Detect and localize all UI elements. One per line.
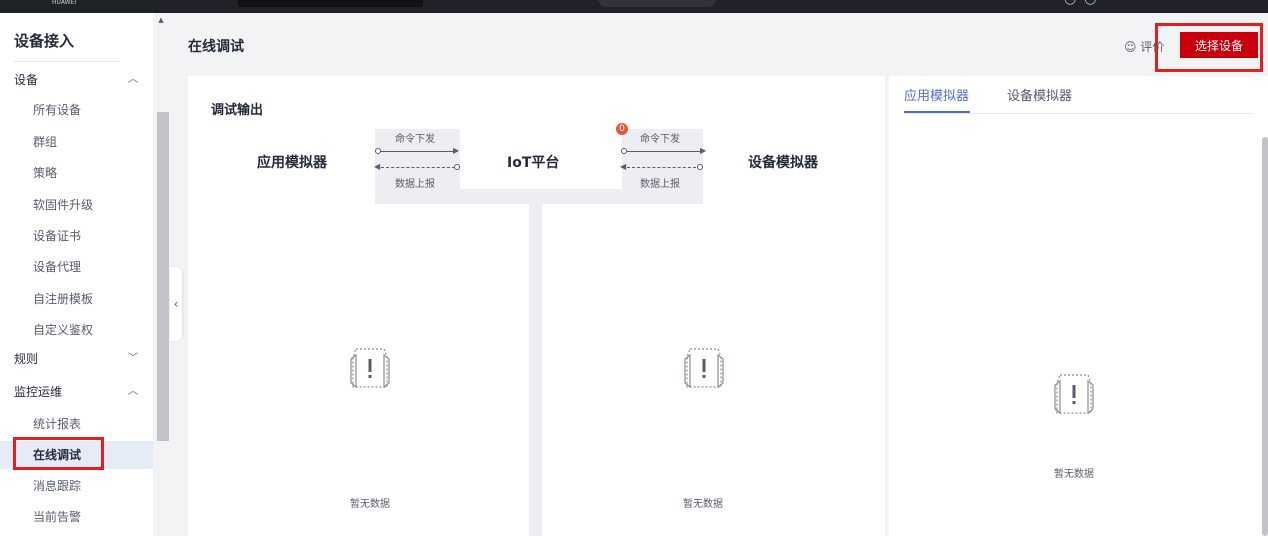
rate-label: 评价: [1140, 40, 1165, 54]
sidebar-item-device-certs[interactable]: 设备证书: [0, 222, 153, 250]
device-simulator-title: 设备模拟器: [748, 155, 818, 171]
data-up-line: [627, 167, 701, 168]
chevron-down-icon: ﹀: [128, 353, 138, 364]
tab-app-simulator[interactable]: 应用模拟器: [904, 85, 969, 104]
notification-badge: 0: [616, 123, 628, 135]
empty-data-icon: [684, 348, 724, 389]
topbar-icons[interactable]: ◔◔: [1064, 0, 1104, 7]
smile-icon: ☺: [1124, 40, 1137, 54]
empty-data-text: 暂无数据: [683, 499, 723, 510]
sidebar-item-self-register[interactable]: 自注册模板: [0, 285, 153, 313]
sidebar-item-groups[interactable]: 群组: [0, 128, 153, 156]
sidebar-title: 设备接入: [14, 32, 75, 50]
arrow-left-icon: ◀: [620, 162, 627, 171]
sidebar-item-device-proxy[interactable]: 设备代理: [0, 253, 153, 281]
rate-link[interactable]: ☺ 评价: [1124, 38, 1164, 55]
arrow-right-icon: ▶: [700, 146, 707, 155]
empty-data-icon: [1054, 374, 1094, 415]
console-switcher[interactable]: [598, 0, 716, 7]
data-up-label: 数据上报: [640, 179, 680, 190]
data-up-line: [381, 167, 455, 168]
scroll-up-icon[interactable]: ▲: [157, 16, 165, 24]
sidebar-item-custom-auth[interactable]: 自定义鉴权: [0, 316, 153, 344]
empty-data-text: 暂无数据: [1054, 469, 1094, 480]
flow-dot: [697, 164, 703, 170]
sidebar-divider: [14, 61, 120, 62]
sidebar-item-all-devices[interactable]: 所有设备: [0, 96, 153, 124]
command-down-label: 命令下发: [640, 134, 680, 145]
data-up-label: 数据上报: [395, 179, 435, 190]
brand-logo: HUAWEI: [52, 0, 77, 6]
command-down-line: [381, 151, 455, 152]
debug-output-title: 调试输出: [211, 103, 264, 118]
sidebar-item-current-alarms[interactable]: 当前告警: [0, 503, 153, 531]
command-down-label: 命令下发: [395, 134, 435, 145]
sidebar-group-rules[interactable]: 规则 ﹀: [14, 349, 138, 369]
chevron-up-icon: ︿: [128, 74, 138, 85]
chevron-up-icon: ︿: [128, 386, 138, 397]
empty-data-text: 暂无数据: [350, 499, 390, 510]
arrow-left-icon: ◀: [374, 162, 381, 171]
flow-dot: [454, 164, 460, 170]
sidebar-group-monitoring[interactable]: 监控运维 ︿: [14, 382, 138, 402]
app-simulator-title: 应用模拟器: [257, 155, 327, 171]
sidebar-group-label: 设备: [14, 73, 39, 87]
arrow-right-icon: ▶: [453, 146, 460, 155]
chevron-left-icon: ‹: [173, 297, 179, 311]
page-title: 在线调试: [188, 39, 244, 55]
sidebar-item-policies[interactable]: 策略: [0, 159, 153, 187]
sidebar-item-firmware-upgrade[interactable]: 软固件升级: [0, 191, 153, 219]
command-down-line: [627, 151, 702, 152]
iot-platform-title: IoT平台: [507, 155, 560, 171]
select-device-button[interactable]: 选择设备: [1180, 32, 1258, 58]
top-bar: HUAWEI ◔◔: [0, 0, 1268, 13]
sidebar-group-label: 规则: [14, 352, 39, 366]
sidebar-item-message-trace[interactable]: 消息跟踪: [0, 472, 153, 500]
sidebar-group-label: 监控运维: [14, 385, 63, 399]
tabs-divider: [904, 113, 1253, 114]
collapse-sidebar-button[interactable]: ‹: [170, 267, 182, 341]
sidebar-group-device[interactable]: 设备 ︿: [14, 70, 138, 90]
sidebar-scroll-thumb[interactable]: [157, 112, 169, 441]
sidebar-item-online-debug[interactable]: 在线调试: [0, 441, 153, 469]
empty-data-icon: [350, 348, 390, 389]
simulator-scrollbar[interactable]: [1262, 137, 1268, 536]
tab-device-simulator[interactable]: 设备模拟器: [1007, 85, 1072, 104]
global-search[interactable]: [238, 0, 423, 7]
sidebar: 设备接入 设备 ︿ 所有设备 群组 策略 软固件升级 设备证书 设备代理 自注册…: [0, 13, 153, 536]
sidebar-item-stats-report[interactable]: 统计报表: [0, 410, 153, 438]
